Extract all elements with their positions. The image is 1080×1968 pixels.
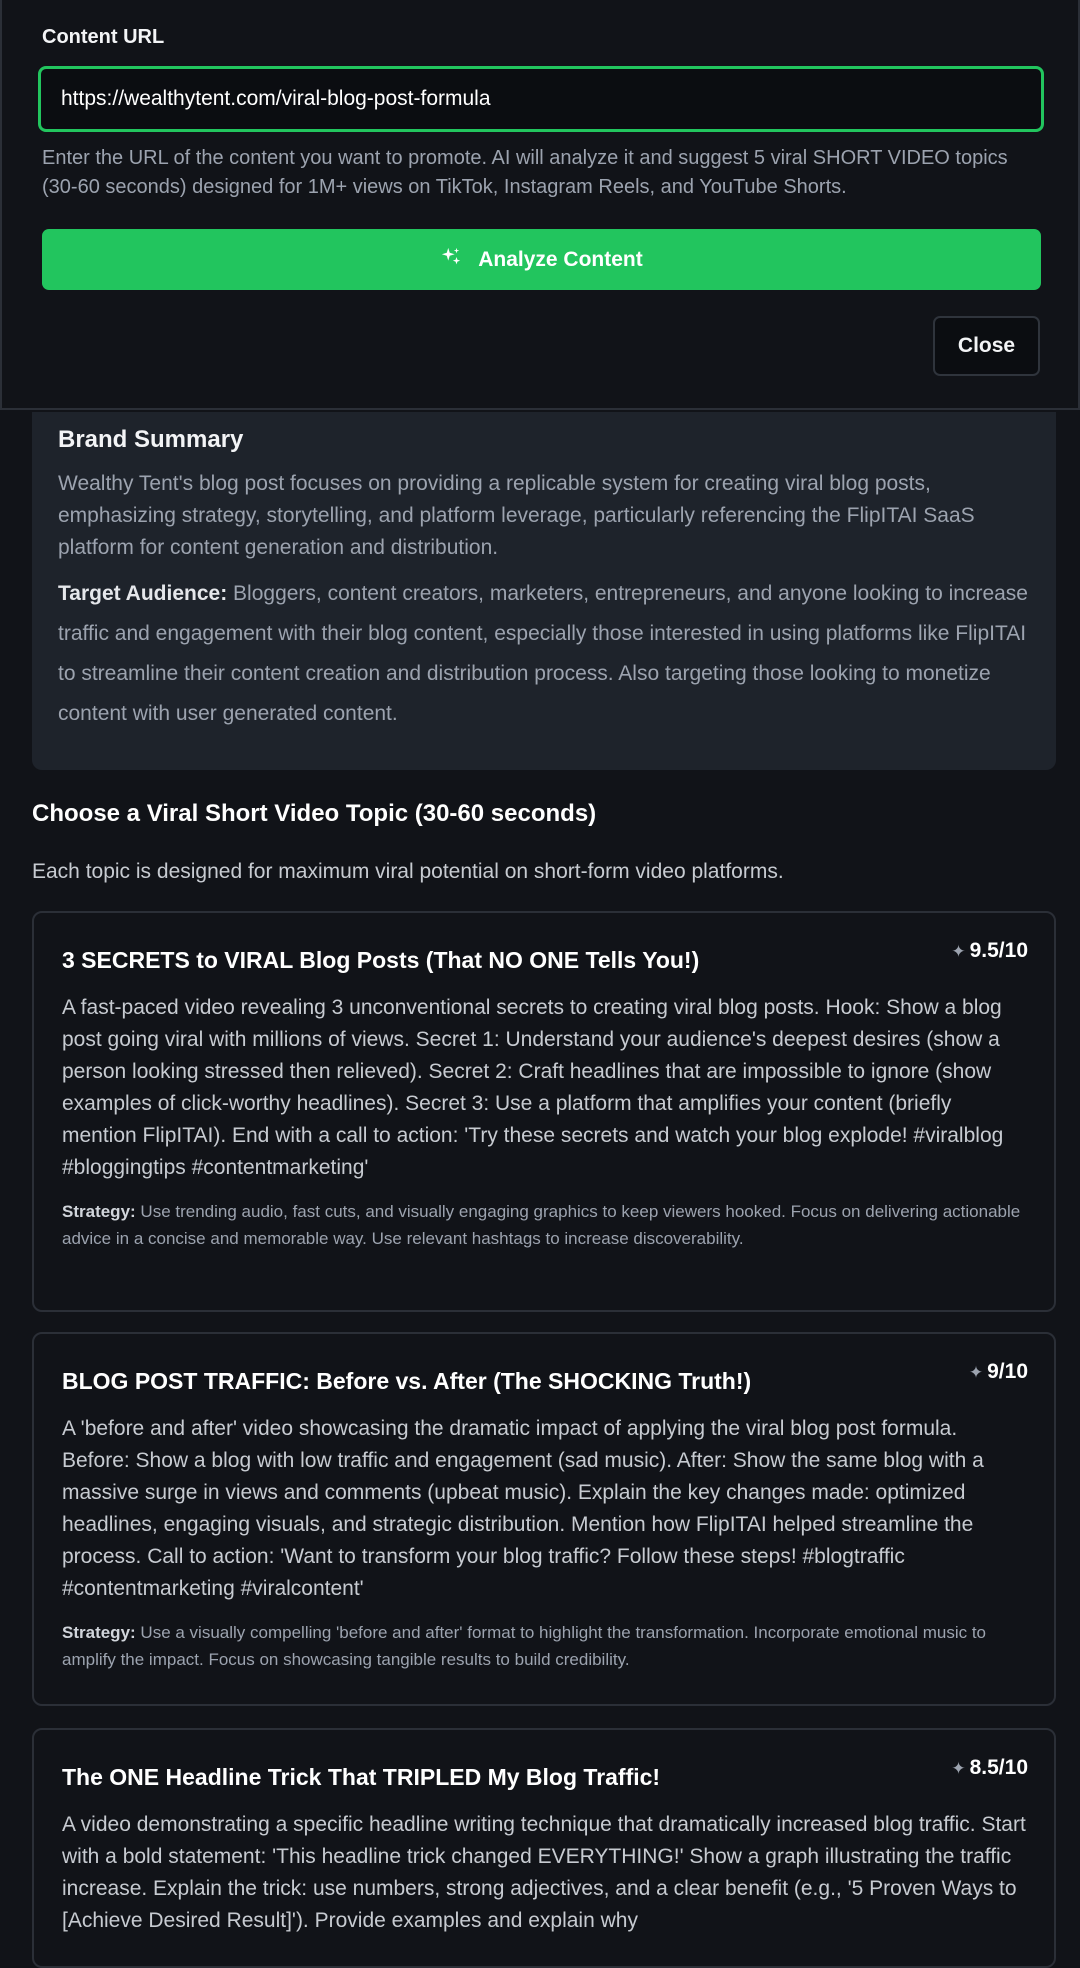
content-url-label: Content URL: [42, 26, 165, 48]
viral-score-value: 9.5/10: [969, 939, 1028, 962]
sparkles-icon: ✦: [951, 942, 966, 961]
viral-score: ✦ 9/10: [969, 1360, 1028, 1384]
strategy-text: Use a visually compelling 'before and af…: [62, 1623, 987, 1669]
topics-heading: Choose a Viral Short Video Topic (30-60 …: [32, 800, 597, 827]
viral-score: ✦ 9.5/10: [951, 939, 1028, 963]
topics-subtitle: Each topic is designed for maximum viral…: [32, 860, 784, 883]
topic-description: A fast-paced video revealing 3 unconvent…: [62, 996, 1004, 1179]
content-url-input[interactable]: [38, 66, 1044, 132]
topic-description: A 'before and after' video showcasing th…: [62, 1417, 984, 1600]
topic-strategy: Strategy: Use a visually compelling 'bef…: [62, 1619, 1028, 1673]
target-audience-label: Target Audience:: [58, 582, 228, 605]
topic-strategy: Strategy: Use trending audio, fast cuts,…: [62, 1198, 1028, 1252]
topic-card[interactable]: The ONE Headline Trick That TRIPLED My B…: [32, 1728, 1056, 1968]
viral-score-value: 8.5/10: [969, 1756, 1028, 1779]
topic-card[interactable]: BLOG POST TRAFFIC: Before vs. After (The…: [32, 1332, 1056, 1706]
url-modal: Content URL Enter the URL of the content…: [0, 0, 1080, 410]
brand-summary-card: Brand Summary Wealthy Tent's blog post f…: [32, 412, 1056, 770]
analyze-content-button[interactable]: Analyze Content: [42, 229, 1041, 290]
topic-card[interactable]: 3 SECRETS to VIRAL Blog Posts (That NO O…: [32, 911, 1056, 1312]
topic-description: A video demonstrating a specific headlin…: [62, 1813, 1026, 1932]
target-audience: Target Audience: Bloggers, content creat…: [58, 574, 1030, 734]
topic-title: The ONE Headline Trick That TRIPLED My B…: [62, 1764, 661, 1790]
sparkles-icon: [440, 246, 462, 274]
strategy-text: Use trending audio, fast cuts, and visua…: [62, 1202, 1021, 1248]
url-help-text: Enter the URL of the content you want to…: [42, 147, 1008, 198]
topic-title: 3 SECRETS to VIRAL Blog Posts (That NO O…: [62, 947, 700, 973]
viral-score-value: 9/10: [987, 1360, 1028, 1383]
brand-summary-title: Brand Summary: [58, 426, 244, 453]
strategy-label: Strategy:: [62, 1623, 136, 1642]
strategy-label: Strategy:: [62, 1202, 136, 1221]
sparkles-icon: ✦: [968, 1363, 984, 1382]
analyze-content-label: Analyze Content: [478, 247, 643, 271]
brand-summary-text: Wealthy Tent's blog post focuses on prov…: [58, 472, 975, 559]
viral-score: ✦ 8.5/10: [951, 1756, 1028, 1780]
close-button[interactable]: Close: [933, 316, 1040, 376]
sparkles-icon: ✦: [951, 1759, 966, 1778]
topic-title: BLOG POST TRAFFIC: Before vs. After (The…: [62, 1368, 752, 1394]
